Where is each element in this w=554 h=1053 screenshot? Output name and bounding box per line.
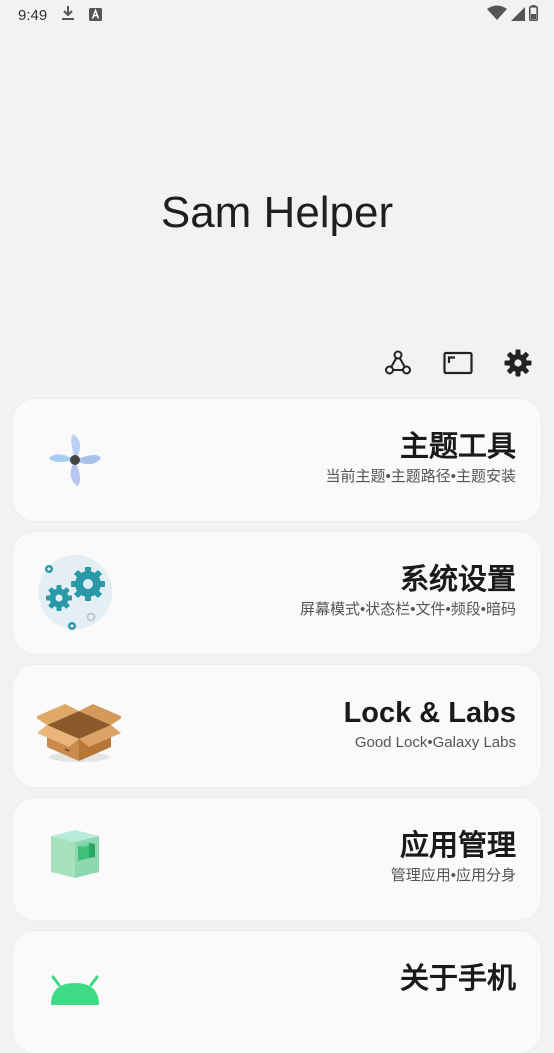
open-box-icon xyxy=(35,687,123,767)
card-subtitle: 管理应用•应用分身 xyxy=(390,867,516,884)
status-bar: 9:49 xyxy=(0,0,554,30)
status-left: 9:49 xyxy=(18,5,103,25)
android-icon xyxy=(37,953,117,1033)
card-title: 系统设置 xyxy=(399,564,516,596)
card-text: 主题工具 当前主题•主题路径•主题安装 xyxy=(325,429,516,487)
card-title: Lock & Labs xyxy=(343,697,516,729)
wifi-icon xyxy=(487,5,507,25)
card-subtitle: 当前主题•主题路径•主题安装 xyxy=(325,468,516,485)
card-text: 关于手机 xyxy=(400,961,516,997)
card-system-settings[interactable]: 系统设置 屏幕模式•状态栏•文件•频段•暗码 xyxy=(13,532,541,654)
download-icon xyxy=(61,5,75,25)
card-app-management[interactable]: 应用管理 管理应用•应用分身 xyxy=(13,798,541,920)
card-text: Lock & Labs Good Lock•Galaxy Labs xyxy=(344,695,516,753)
card-subtitle: 屏幕模式•状态栏•文件•频段•暗码 xyxy=(299,601,516,618)
cube-icon xyxy=(37,820,117,900)
card-lock-labs[interactable]: Lock & Labs Good Lock•Galaxy Labs xyxy=(13,665,541,787)
card-text: 应用管理 管理应用•应用分身 xyxy=(391,828,516,886)
battery-icon xyxy=(529,5,539,25)
card-subtitle: Good Lock•Galaxy Labs xyxy=(354,734,516,751)
card-title: 应用管理 xyxy=(399,830,516,862)
card-text: 系统设置 屏幕模式•状态栏•文件•频段•暗码 xyxy=(300,562,516,620)
gears-icon xyxy=(37,554,117,634)
a-letter-icon xyxy=(89,6,103,25)
app-title: Sam Helper xyxy=(160,188,394,237)
screen-frame-icon[interactable] xyxy=(442,346,474,380)
status-time: 9:49 xyxy=(18,6,48,24)
card-title: 关于手机 xyxy=(399,963,516,995)
share-nodes-icon[interactable] xyxy=(382,346,414,380)
toolbar xyxy=(382,346,534,380)
cellular-icon xyxy=(511,6,525,25)
card-about-phone[interactable]: 关于手机 xyxy=(13,931,541,1053)
card-title: 主题工具 xyxy=(399,431,516,463)
status-right xyxy=(487,5,539,25)
gear-icon[interactable] xyxy=(502,346,534,380)
card-theme-tools[interactable]: 主题工具 当前主题•主题路径•主题安装 xyxy=(13,399,541,521)
pinwheel-icon xyxy=(37,421,117,501)
